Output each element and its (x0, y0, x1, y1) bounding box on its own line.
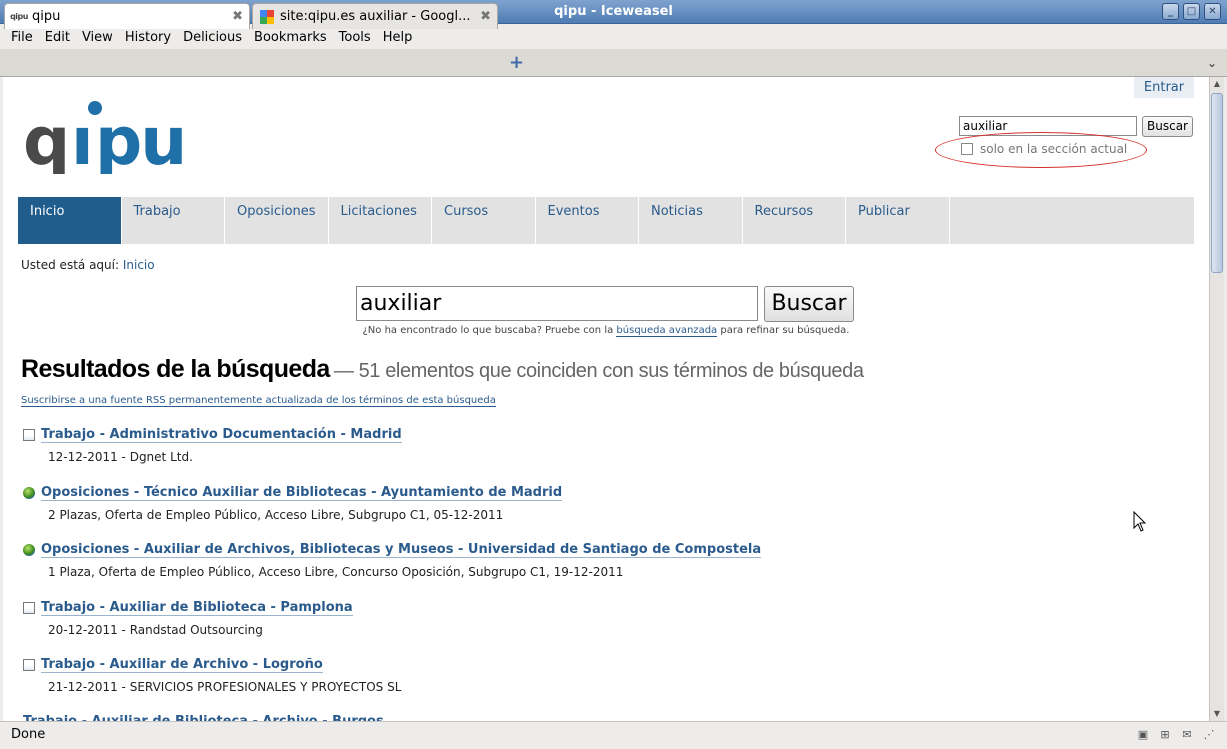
menu-delicious[interactable]: Delicious (177, 30, 248, 45)
nav-item-licitaciones[interactable]: Licitaciones (329, 197, 432, 244)
main-nav: Inicio Trabajo Oposiciones Licitaciones … (18, 197, 1194, 244)
new-tab-icon[interactable]: + (509, 54, 524, 72)
login-link[interactable]: Entrar (1134, 77, 1194, 98)
nav-item-inicio[interactable]: Inicio (18, 197, 122, 244)
tab-qipu[interactable]: qipu qipu ✖ (4, 3, 250, 29)
result-title-link[interactable]: Oposiciones - Técnico Auxiliar de Biblio… (41, 485, 563, 501)
menu-edit[interactable]: Edit (39, 30, 76, 45)
result-title-link[interactable]: Trabajo - Auxiliar de Archivo - Logroño (41, 657, 323, 673)
result-title-link[interactable]: Trabajo - Administrativo Documentación -… (41, 427, 402, 443)
tab-bar (0, 49, 1227, 77)
nav-item-publicar[interactable]: Publicar (846, 197, 950, 244)
menu-bookmarks[interactable]: Bookmarks (248, 30, 333, 45)
web-content: Entrar q ı pu Buscar solo en la sección … (3, 77, 1209, 721)
result-item: Oposiciones - Auxiliar de Archivos, Bibl… (23, 542, 762, 579)
breadcrumb-prefix: Usted está aquí: (21, 258, 120, 272)
main-search-button[interactable]: Buscar (764, 286, 854, 322)
menu-view[interactable]: View (76, 30, 119, 45)
results-heading: Resultados de la búsqueda — 51 elementos… (21, 355, 864, 384)
menu-tools[interactable]: Tools (333, 30, 377, 45)
advanced-search-link[interactable]: búsqueda avanzada (616, 325, 718, 337)
tab-google[interactable]: site:qipu.es auxiliar - Googl... ✖ (252, 3, 498, 29)
logo-pu: pu (95, 103, 185, 174)
close-tab-icon[interactable]: ✖ (480, 9, 491, 24)
close-window-icon[interactable]: ✕ (1204, 3, 1221, 20)
result-item: Oposiciones - Técnico Auxiliar de Biblio… (23, 485, 563, 522)
top-search-button[interactable]: Buscar (1142, 116, 1193, 137)
logo-i: ı (71, 103, 94, 174)
network-icon[interactable]: ⊞ (1157, 727, 1173, 743)
hint-after: para refinar su búsqueda. (720, 325, 850, 336)
hint-before: ¿No ha encontrado lo que buscaba? Pruebe… (362, 325, 614, 336)
rss-subscribe-link[interactable]: Suscribirse a una fuente RSS permanentem… (21, 395, 496, 407)
mail-icon[interactable]: ✉ (1179, 727, 1195, 743)
results-count: — 51 elementos que coinciden con sus tér… (333, 360, 864, 382)
menu-file[interactable]: File (5, 30, 39, 45)
result-item: Trabajo - Auxiliar de Biblioteca - Pampl… (23, 600, 353, 637)
page-icon (23, 602, 35, 614)
result-description: 2 Plazas, Oferta de Empleo Público, Acce… (48, 508, 504, 522)
scroll-up-icon[interactable]: ▲ (1210, 77, 1224, 91)
nav-item-noticias[interactable]: Noticias (639, 197, 743, 244)
result-description: 1 Plaza, Oferta de Empleo Público, Acces… (48, 565, 624, 579)
main-search-input[interactable] (356, 286, 758, 321)
page-icon (23, 659, 35, 671)
results-title: Resultados de la búsqueda (21, 355, 330, 383)
mouse-cursor-icon (1133, 511, 1147, 532)
breadcrumb-link-inicio[interactable]: Inicio (123, 258, 155, 272)
close-tab-icon[interactable]: ✖ (232, 9, 243, 24)
result-description: 21-12-2011 - SERVICIOS PROFESIONALES Y P… (48, 680, 402, 694)
annotation-oval (935, 132, 1147, 168)
nav-item-cursos[interactable]: Cursos (432, 197, 536, 244)
page-icon (23, 429, 35, 441)
result-description: 20-12-2011 - Randstad Outsourcing (48, 623, 263, 637)
status-bar: Done ▣ ⊞ ✉ ⋰ (0, 721, 1227, 749)
result-item: Trabajo - Auxiliar de Archivo - Logroño … (23, 657, 401, 694)
nav-item-eventos[interactable]: Eventos (536, 197, 639, 244)
globe-icon (23, 487, 35, 499)
nav-item-oposiciones[interactable]: Oposiciones (225, 197, 329, 244)
logo-q: q (23, 103, 68, 174)
menu-history[interactable]: History (119, 30, 177, 45)
nav-item-trabajo[interactable]: Trabajo (122, 197, 225, 244)
page-style-icon[interactable]: ▣ (1135, 727, 1151, 743)
result-title-link-partial[interactable]: Trabajo - Auxiliar de Biblioteca - Archi… (23, 714, 384, 721)
resize-grip-icon[interactable]: ⋰ (1201, 727, 1217, 743)
result-item: Trabajo - Administrativo Documentación -… (23, 427, 402, 464)
menu-help[interactable]: Help (377, 30, 419, 45)
qipu-favicon-icon: qipu (10, 12, 28, 21)
maximize-icon[interactable]: □ (1183, 3, 1200, 20)
scroll-down-icon[interactable]: ▼ (1210, 707, 1224, 721)
breadcrumb: Usted está aquí: Inicio (21, 258, 155, 272)
scrollbar-thumb[interactable] (1211, 93, 1223, 273)
result-title-link[interactable]: Trabajo - Auxiliar de Biblioteca - Pampl… (41, 600, 353, 616)
minimize-icon[interactable]: _ (1162, 3, 1179, 20)
status-text: Done (11, 727, 46, 742)
globe-icon (23, 544, 35, 556)
vertical-scrollbar[interactable]: ▲ ▼ (1209, 77, 1224, 721)
tab-label: site:qipu.es auxiliar - Googl... (280, 9, 471, 24)
result-title-link[interactable]: Oposiciones - Auxiliar de Archivos, Bibl… (41, 542, 762, 558)
qipu-logo[interactable]: q ı pu (23, 99, 193, 174)
result-description: 12-12-2011 - Dgnet Ltd. (48, 450, 193, 464)
google-favicon-icon (259, 9, 275, 25)
nav-item-recursos[interactable]: Recursos (743, 197, 846, 244)
tab-list-chevron-icon[interactable]: ⌄ (1207, 56, 1217, 70)
search-hint: ¿No ha encontrado lo que buscaba? Pruebe… (3, 325, 1209, 337)
tab-label: qipu (32, 9, 61, 24)
